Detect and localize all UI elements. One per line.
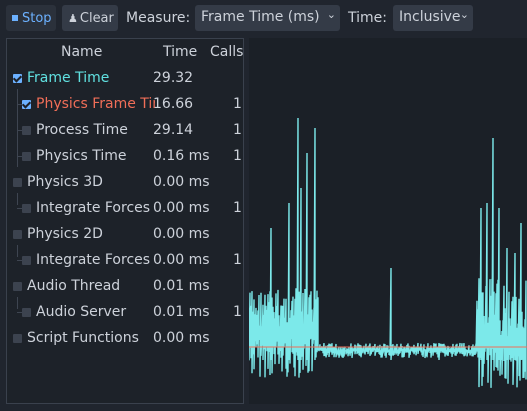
row-time: 0.00 ms [153, 252, 210, 268]
tree-row-physics-3d[interactable]: Physics 3D 0.00 ms [7, 170, 243, 196]
stop-button[interactable]: Stop [6, 5, 56, 31]
row-time: 29.32 [153, 70, 194, 86]
row-name: Integrate Forces [36, 200, 151, 216]
row-time: 0.01 ms [153, 278, 210, 294]
profiler-toolbar: Stop ♟ Clear Measure: Frame Time (ms) ⌄ … [0, 0, 527, 36]
checkbox[interactable] [13, 334, 22, 343]
row-name: Frame Time [27, 70, 110, 86]
tree-header: Name Time Calls [7, 39, 243, 64]
tree-row-audio-thread[interactable]: Audio Thread 0.01 ms [7, 274, 243, 300]
row-calls: 1 [233, 252, 242, 268]
tree-row-script-functions[interactable]: Script Functions 0.00 ms [7, 326, 243, 352]
row-calls: 1 [233, 96, 242, 112]
row-time: 0.16 ms [153, 148, 210, 164]
checkbox[interactable] [22, 256, 31, 265]
stop-label: Stop [22, 10, 52, 26]
row-name: Audio Thread [27, 278, 121, 294]
measure-value: Frame Time (ms) [201, 9, 320, 25]
tree-row-physics-frame-time[interactable]: Physics Frame Time 16.66 1 [7, 92, 243, 118]
row-name: Script Functions [27, 330, 139, 346]
checkbox[interactable] [13, 282, 22, 291]
row-time: 0.01 ms [153, 304, 210, 320]
row-time: 29.14 [153, 122, 194, 138]
row-name: Physics 3D [27, 174, 103, 190]
row-time: 0.00 ms [153, 226, 210, 242]
graph-plot [249, 117, 527, 388]
checkbox[interactable] [22, 100, 31, 109]
checkbox[interactable] [22, 308, 31, 317]
profiler-tree: Name Time Calls Frame Time 29.32 Physics… [6, 38, 244, 404]
checkbox[interactable] [22, 126, 31, 135]
time-select[interactable]: Inclusive ⌄ [393, 5, 473, 31]
row-name: Process Time [36, 122, 128, 138]
row-calls: 1 [233, 200, 242, 216]
checkbox[interactable] [22, 152, 31, 161]
tree-row-integrate-forces-3d[interactable]: Integrate Forces 0.00 ms 1 [7, 196, 243, 222]
stop-square-icon [12, 15, 18, 21]
row-name: Physics Frame Time [36, 96, 155, 112]
clear-label: Clear [79, 10, 114, 26]
header-name[interactable]: Name [61, 44, 102, 60]
chevron-down-icon: ⌄ [326, 8, 336, 21]
checkbox[interactable] [22, 204, 31, 213]
clear-button[interactable]: ♟ Clear [62, 5, 118, 31]
row-name: Physics 2D [27, 226, 103, 242]
time-value: Inclusive [399, 9, 461, 25]
tree-row-physics-2d[interactable]: Physics 2D 0.00 ms [7, 222, 243, 248]
broom-icon: ♟ [68, 11, 78, 25]
tree-row-integrate-forces-2d[interactable]: Integrate Forces 0.00 ms 1 [7, 248, 243, 274]
row-name: Physics Time [36, 148, 127, 164]
row-time: 0.00 ms [153, 330, 210, 346]
header-time[interactable]: Time [163, 44, 197, 60]
row-time: 0.00 ms [153, 200, 210, 216]
row-calls: 1 [233, 148, 242, 164]
checkbox[interactable] [13, 230, 22, 239]
checkbox[interactable] [13, 74, 22, 83]
row-calls: 1 [233, 122, 242, 138]
tree-row-frame-time[interactable]: Frame Time 29.32 [7, 66, 243, 92]
header-calls[interactable]: Calls [210, 44, 243, 60]
time-label: Time: [348, 10, 387, 26]
tree-row-audio-server[interactable]: Audio Server 0.01 ms 1 [7, 300, 243, 326]
row-time: 0.00 ms [153, 174, 210, 190]
row-name: Audio Server [36, 304, 127, 320]
chevron-down-icon: ⌄ [459, 8, 469, 21]
row-time: 16.66 [153, 96, 194, 112]
tree-row-process-time[interactable]: Process Time 29.14 1 [7, 118, 243, 144]
measure-label: Measure: [126, 10, 191, 26]
tree-row-physics-time[interactable]: Physics Time 0.16 ms 1 [7, 144, 243, 170]
measure-select[interactable]: Frame Time (ms) ⌄ [195, 5, 340, 31]
frame-time-graph[interactable] [249, 38, 527, 404]
row-name: Integrate Forces [36, 252, 151, 268]
checkbox[interactable] [13, 178, 22, 187]
row-calls: 1 [233, 304, 242, 320]
